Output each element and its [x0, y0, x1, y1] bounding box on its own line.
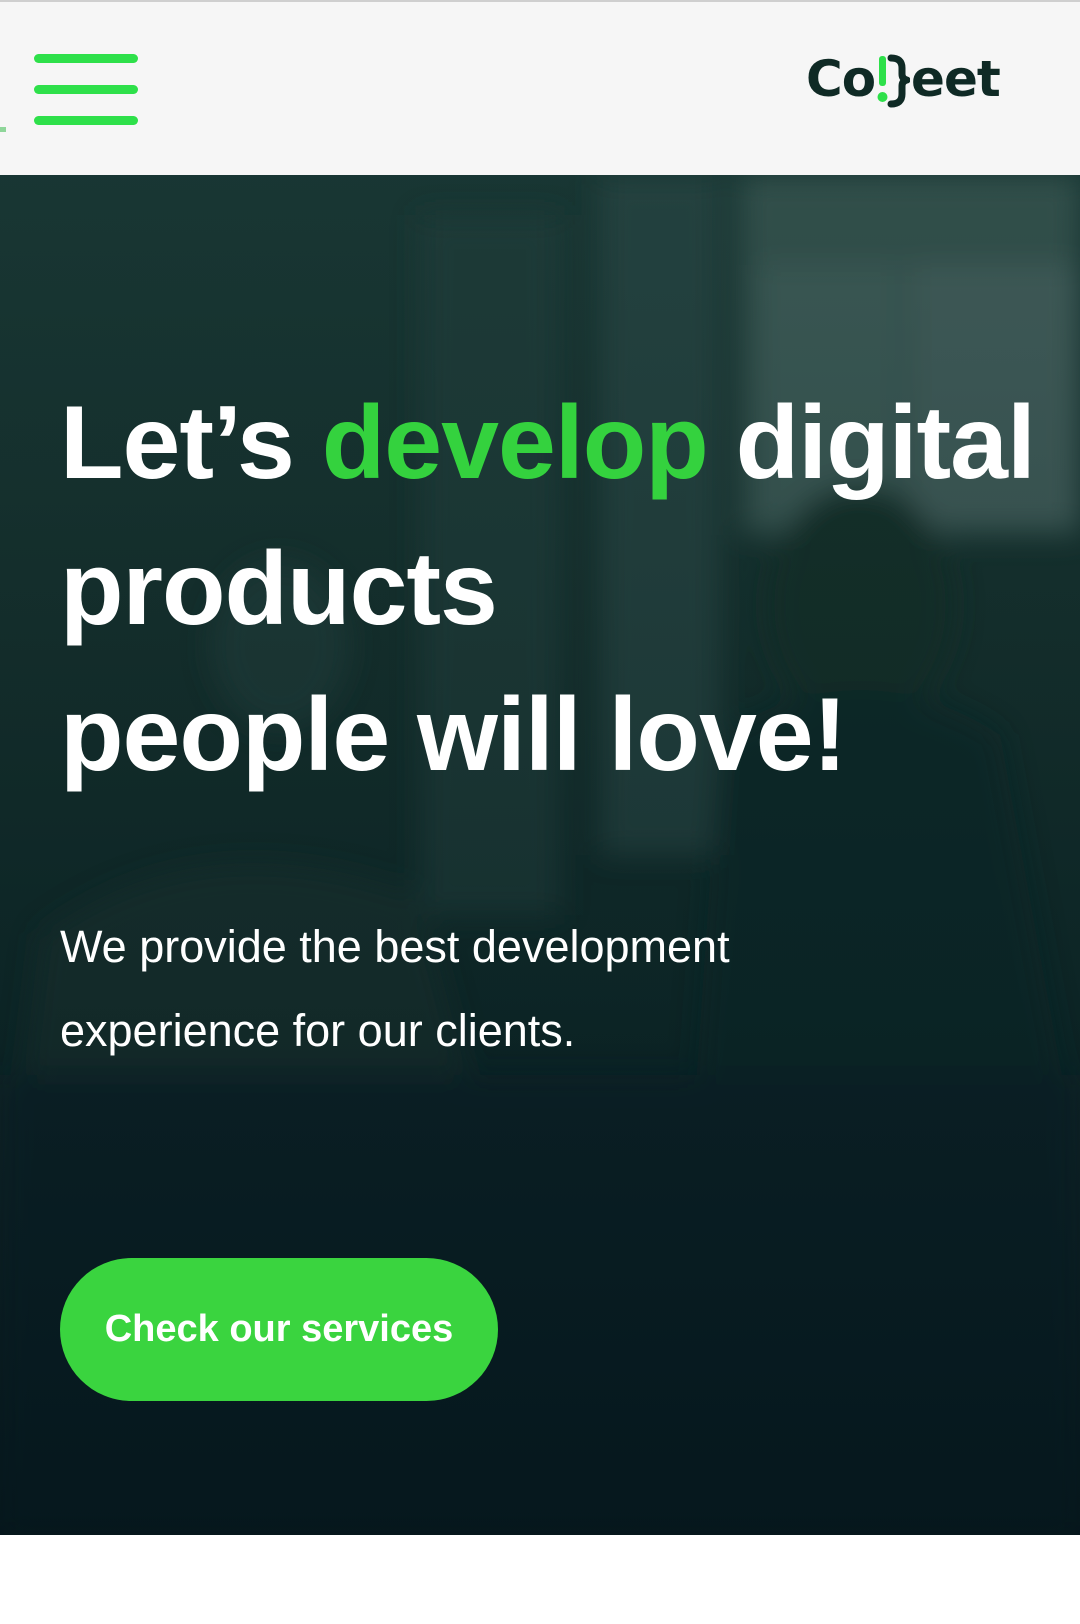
headline-line3: people will love!	[60, 677, 847, 793]
logo-text-end: eet	[911, 50, 1001, 108]
hamburger-menu-icon[interactable]	[34, 52, 140, 125]
menu-bar-top	[34, 54, 138, 63]
top-navigation-bar: Co eet	[0, 0, 1080, 175]
check-services-button[interactable]: Check our services	[60, 1258, 498, 1401]
headline-part1: Let’s	[60, 385, 322, 501]
hero-section: Let’s develop digital products people wi…	[0, 175, 1080, 1535]
menu-bar-middle	[34, 85, 138, 94]
hero-headline: Let’s develop digital products people wi…	[60, 370, 1040, 808]
page: Co eet Let’s develop digital products pe…	[0, 0, 1080, 1624]
logo-text-start: Co	[806, 50, 876, 108]
menu-bar-bottom	[34, 116, 138, 125]
headline-accent-word: develop	[321, 385, 709, 501]
brand-logo[interactable]: Co eet	[806, 48, 1001, 110]
hero-description: We provide the best development experien…	[60, 921, 730, 1056]
edge-decoration	[0, 127, 6, 132]
bracket-exclamation-icon	[876, 48, 911, 110]
